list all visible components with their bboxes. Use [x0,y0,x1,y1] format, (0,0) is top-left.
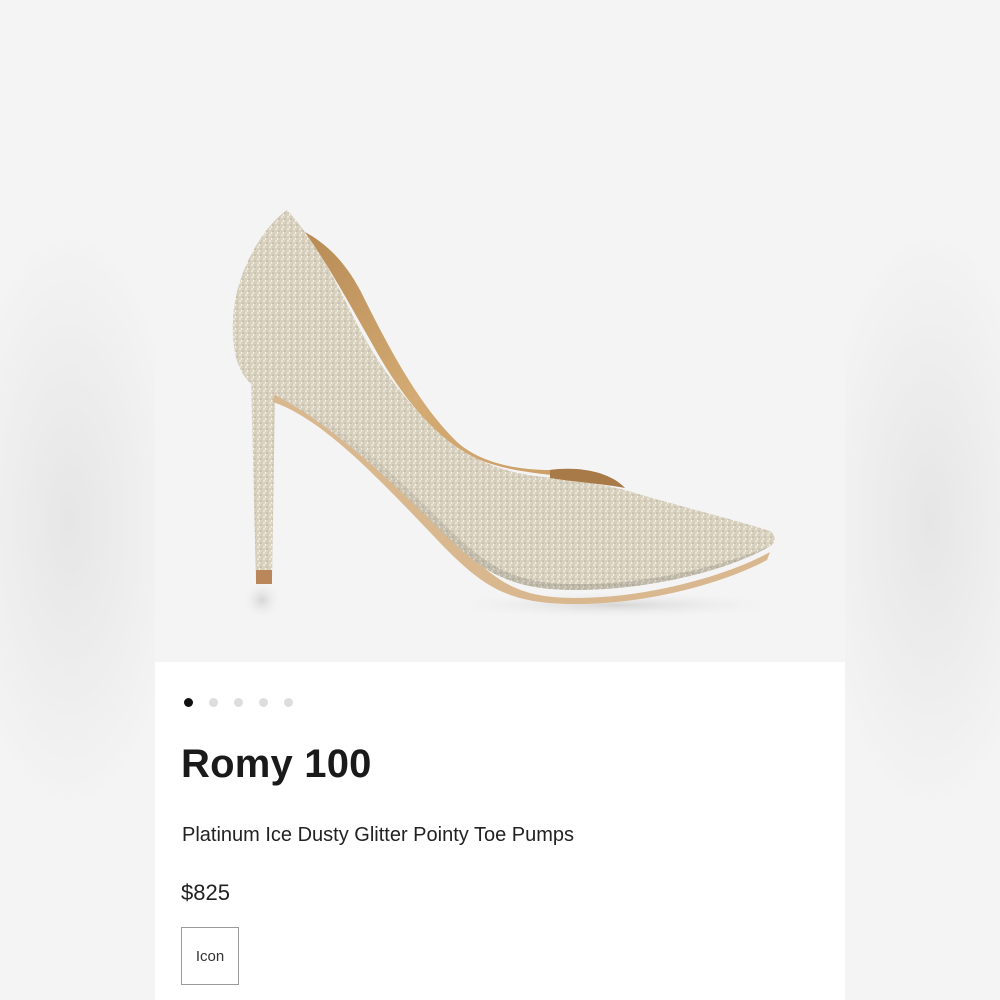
shoe-image [232,210,795,620]
product-image-carousel[interactable] [155,0,845,662]
product-title: Romy 100 [181,742,372,786]
product-description: Platinum Ice Dusty Glitter Pointy Toe Pu… [182,824,575,846]
icon-option-button[interactable]: Icon [181,927,239,985]
product-price: $825 [181,880,230,905]
carousel-dot-3[interactable] [234,697,243,707]
carousel-dot-5[interactable] [284,697,293,707]
carousel-dot-4[interactable] [259,697,268,707]
carousel-dot-1[interactable] [184,697,193,707]
carousel-pagination [184,697,293,707]
product-card: Romy 100 Platinum Ice Dusty Glitter Poin… [155,0,845,1000]
carousel-dot-2[interactable] [209,697,218,707]
